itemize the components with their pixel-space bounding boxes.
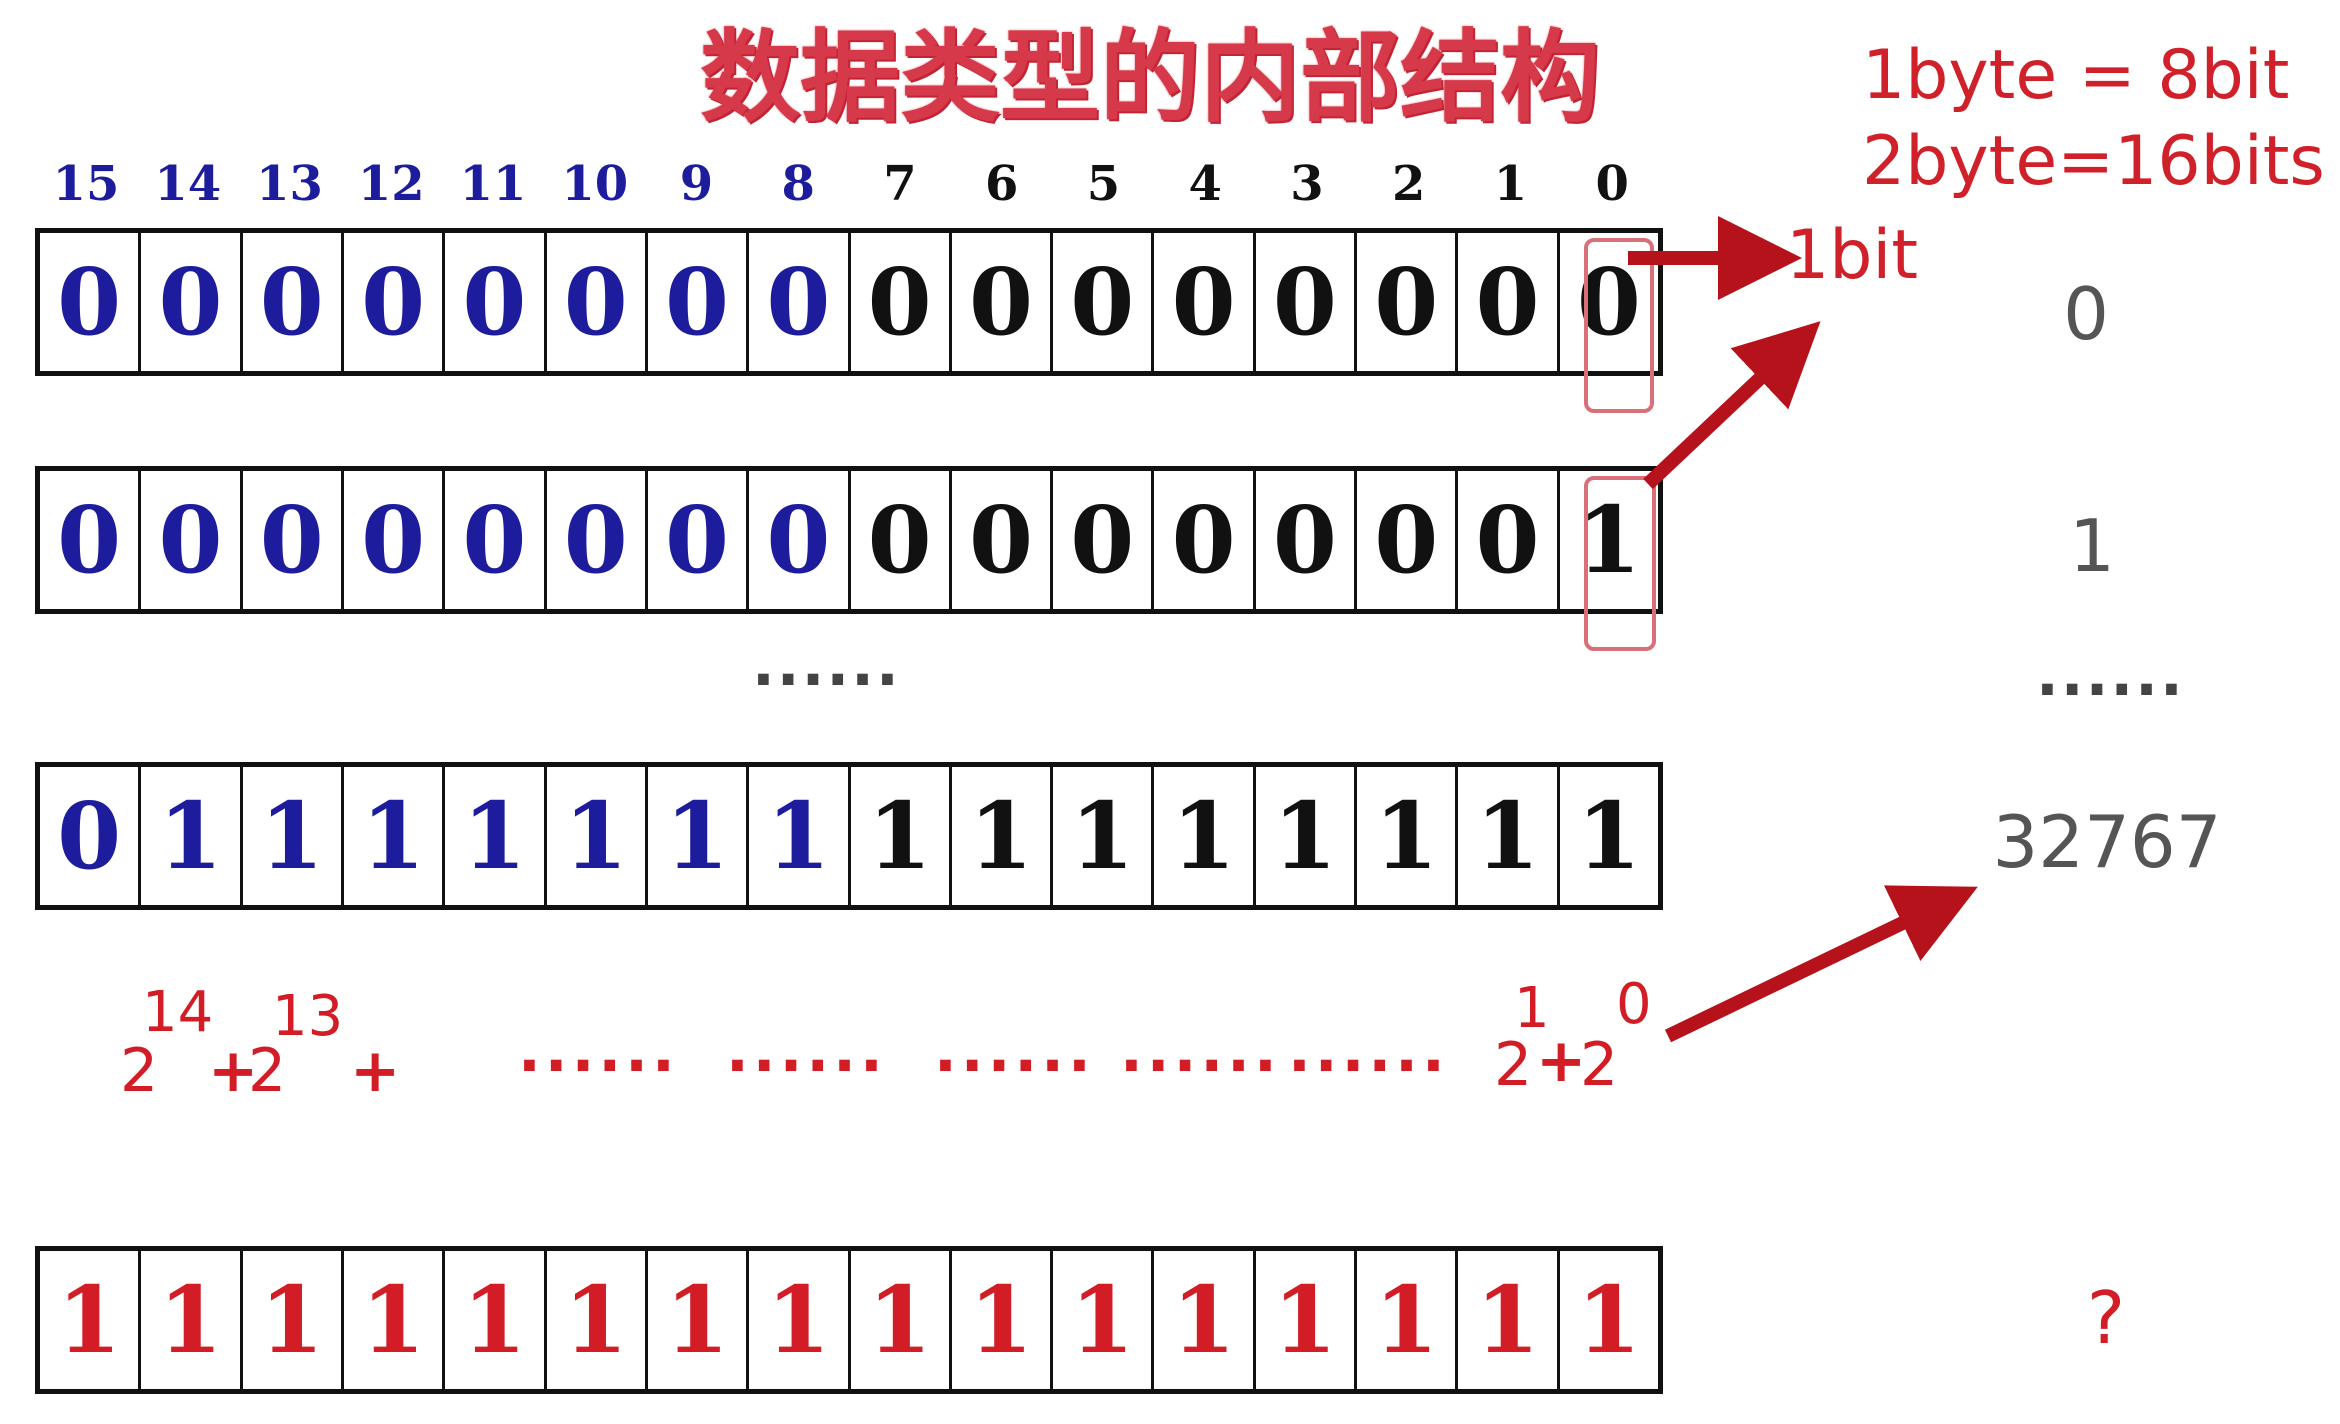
formula-plus-3: +	[1536, 1026, 1587, 1096]
formula-dots-2: ......	[726, 1016, 887, 1086]
formula-base-0: 2	[1580, 1030, 1619, 1100]
bit-arrow-lower	[1643, 321, 1821, 490]
formula-dots-5: ......	[1288, 1016, 1449, 1086]
arrows-layer	[1628, 216, 1978, 1043]
formula-base-14: 2	[120, 1036, 159, 1106]
formula-exp-13: 13	[272, 984, 344, 1049]
formula-exp-14: 14	[142, 980, 214, 1045]
formula-exp-0: 0	[1616, 972, 1652, 1037]
bit-label: 1bit	[1786, 216, 1918, 295]
formula-plus-2: +	[350, 1036, 401, 1106]
formula-dots-3: ......	[934, 1016, 1095, 1086]
value-zero: 0	[2063, 272, 2109, 356]
formula-dots-4: ......	[1120, 1016, 1281, 1086]
formula-dots-1: ......	[518, 1016, 679, 1086]
ellipsis-right: ......	[2036, 640, 2185, 710]
ellipsis-middle: ......	[752, 630, 901, 700]
value-32767: 32767	[1992, 800, 2222, 884]
value-arrow	[1664, 885, 1978, 1043]
value-one: 1	[2069, 504, 2115, 588]
value-unknown: ?	[2086, 1276, 2126, 1360]
